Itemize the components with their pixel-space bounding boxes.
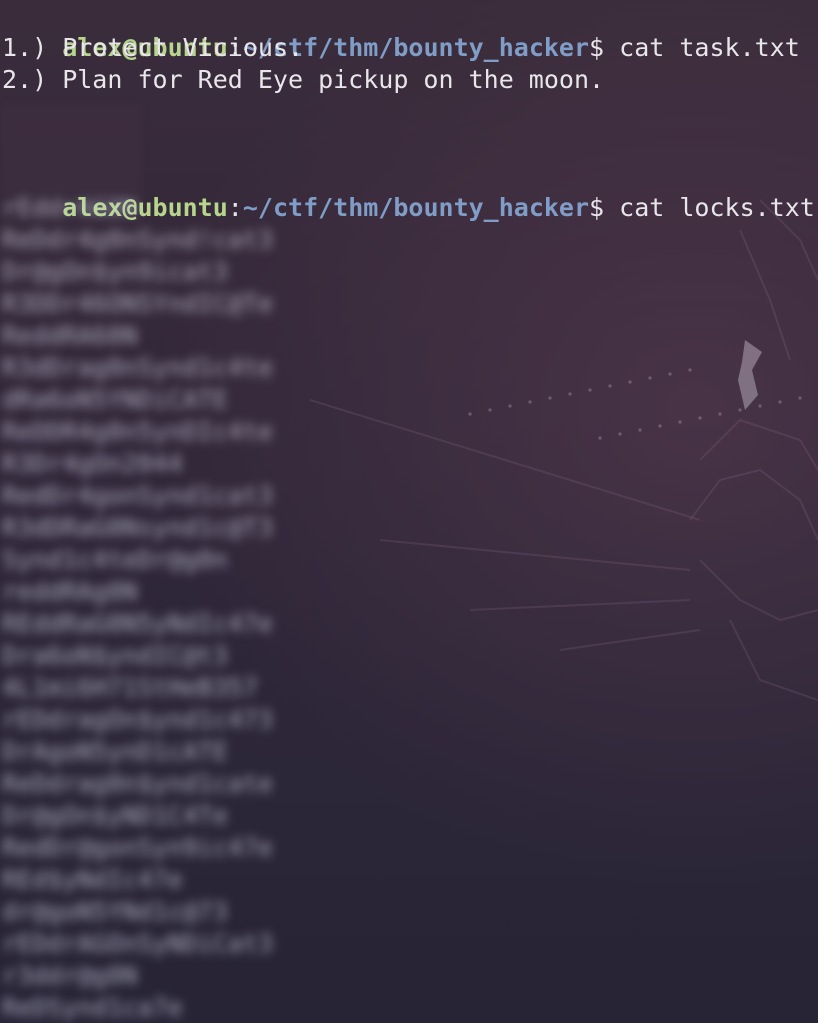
prompt-path: ~/ctf/thm/bounty_hacker	[242, 193, 590, 222]
blurred-password-line: r3ddr@g0N	[2, 961, 138, 990]
blurred-password-line: R3Dr4gOn2044	[2, 449, 183, 478]
blurred-password-line: REddRaG0N5yNdIc47e	[2, 609, 273, 638]
blurred-password-line: Synd1c4teDr@g0n	[2, 545, 228, 574]
terminal-window[interactable]: alex@ubuntu:~/ctf/thm/bounty_hacker$ cat…	[0, 0, 818, 1023]
blurred-password-line: REd$yNdIc47e	[2, 865, 183, 894]
blurred-password-line: dr@goN5YNd1c@73	[2, 897, 228, 926]
blurred-password-line: 4L1mi6H71StHeB357	[2, 673, 258, 702]
blurred-password-line: ReDdrag0n$ynd1cate	[2, 769, 273, 798]
prompt-colon: :	[227, 193, 243, 222]
output-line: 1.) Protect Vicious.	[2, 33, 304, 62]
blurred-password-line: R3dDrag0nSynd1c4te	[2, 353, 273, 382]
prompt-line-2: alex@ubuntu:~/ctf/thm/bounty_hacker$ cat…	[2, 160, 815, 222]
blurred-password-line: DrAgoN5ynD1cATE	[2, 737, 228, 766]
blurred-password-line: ReDDR4g0n5ynDIc4te	[2, 417, 273, 446]
command-text: cat task.txt	[604, 33, 800, 62]
blurred-password-line: rEDdragOn$ynd1c473	[2, 705, 273, 734]
blurred-password-line: Dr@gOn$yn9icat3	[2, 257, 228, 286]
blurred-password-line: ReDdr4g0nSynd!cat3	[2, 225, 273, 254]
prompt-dollar: $	[589, 193, 605, 222]
blurred-password-line: ReDSynd1ca7e	[2, 993, 183, 1022]
blurred-password-line: R3dDRaG0Nsynd1c@T3	[2, 513, 273, 542]
blurred-password-line: ReddRA60N	[2, 321, 138, 350]
blurred-password-line: rEDdrAGOnSyNDiCat3	[2, 929, 273, 958]
prompt-line-1: alex@ubuntu:~/ctf/thm/bounty_hacker$ cat…	[2, 0, 800, 62]
blurred-password-line: Dr@gOn$yND1C4Te	[2, 801, 228, 830]
blurred-password-line: rEddrAGON	[2, 193, 138, 222]
command-text: cat locks.txt	[604, 193, 815, 222]
blurred-password-line: dRa6oN5YNDiCATE	[2, 385, 228, 414]
prompt-dollar: $	[589, 33, 605, 62]
blurred-password-line: reddRAg0N	[2, 577, 138, 606]
output-line: 2.) Plan for Red Eye pickup on the moon.	[2, 65, 605, 94]
blurred-password-line: RedDr4gonSynd1cat3	[2, 481, 273, 510]
blurred-password-line: Dra6oN$yndIC@t3	[2, 641, 228, 670]
blurred-password-line: RedDr@gonSyn9ic47e	[2, 833, 273, 862]
blurred-password-line: R3DDr46ONSYndIC@Te	[2, 289, 273, 318]
